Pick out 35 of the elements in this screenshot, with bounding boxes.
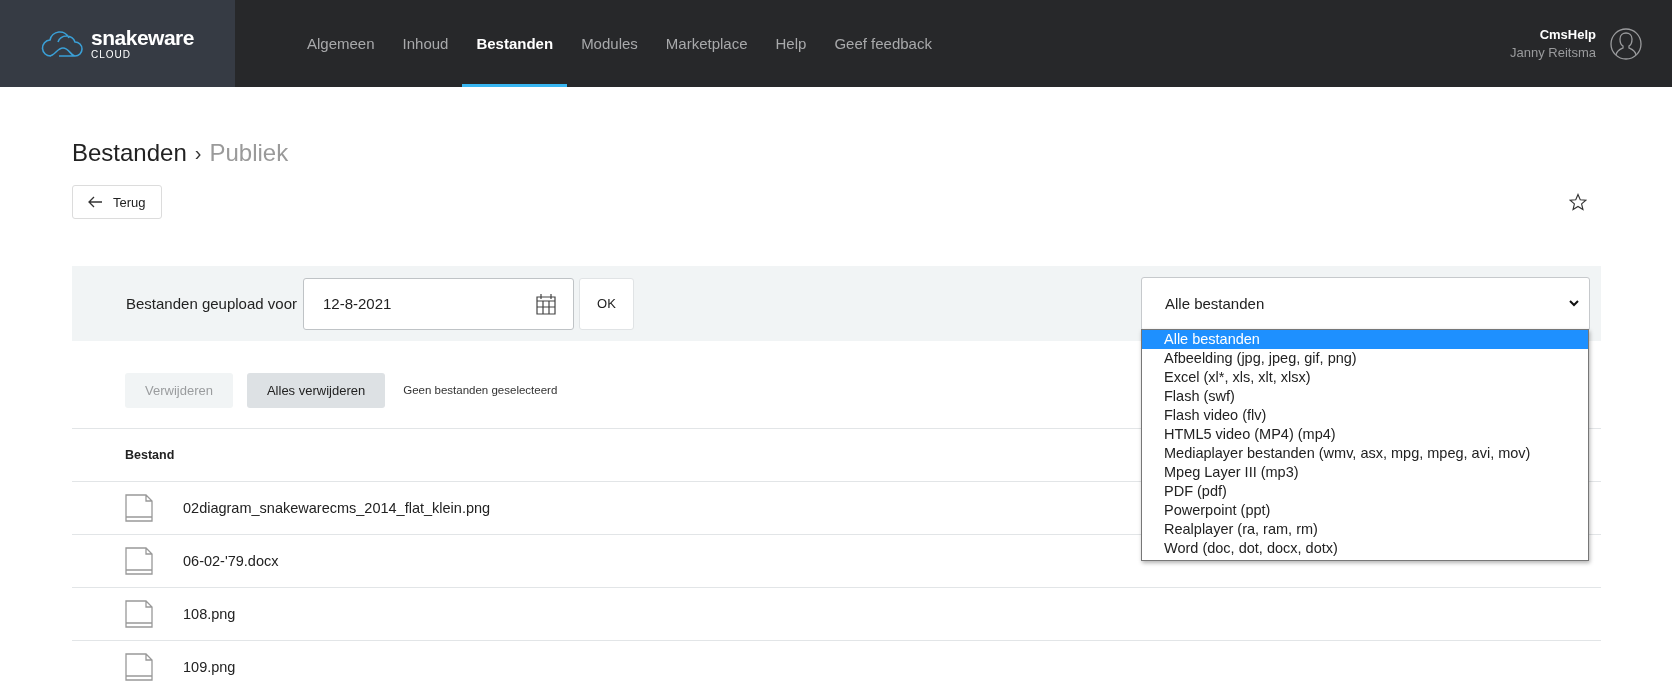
breadcrumb-separator: › (194, 141, 202, 165)
site-name: CmsHelp (1539, 25, 1596, 44)
star-icon[interactable] (1569, 193, 1587, 211)
file-icon (125, 653, 153, 681)
file-name[interactable]: 109.png (183, 659, 236, 675)
chevron-down-icon (1569, 300, 1579, 307)
nav-tab[interactable]: Modules (567, 0, 652, 87)
file-icon (125, 600, 153, 628)
file-name[interactable]: 108.png (183, 606, 236, 622)
file-name[interactable]: 02diagram_snakewarecms_2014_flat_klein.png (183, 500, 491, 516)
logo-subtitle: CLOUD (91, 50, 133, 60)
nav-tab[interactable]: Help (761, 0, 821, 87)
file-type-select[interactable]: Alle bestanden (1141, 276, 1590, 331)
nav-tab[interactable]: Algemeen (293, 0, 389, 87)
selection-status: Geen bestanden geselecteerd (403, 384, 558, 396)
breadcrumb-item[interactable]: Bestanden (72, 139, 187, 167)
ok-button[interactable]: OK (579, 277, 634, 330)
user-name: Janny Reitsma (1510, 43, 1596, 62)
nav-tab[interactable]: Inhoud (388, 0, 463, 87)
action-button[interactable]: Alles verwijderen (246, 372, 386, 408)
nav-tab[interactable]: Marketplace (651, 0, 762, 87)
file-name[interactable]: 06-02-'79.docx (183, 553, 279, 569)
breadcrumb-item: Publiek (209, 139, 289, 167)
cloud-logo-icon (41, 29, 86, 58)
nav-tab[interactable]: Geef feedback (820, 0, 946, 87)
arrow-left-icon (88, 196, 103, 208)
filter-label: Bestanden geupload voor (126, 295, 297, 312)
back-button[interactable]: Terug (72, 185, 162, 219)
file-icon (125, 494, 153, 522)
user-avatar-icon[interactable] (1610, 27, 1642, 60)
file-icon (125, 547, 153, 575)
date-field[interactable]: 12-8-2021 (303, 277, 574, 330)
calendar-icon[interactable] (535, 292, 557, 315)
nav-tab[interactable]: Bestanden (462, 0, 568, 87)
logo-name: snakeware (91, 27, 194, 48)
